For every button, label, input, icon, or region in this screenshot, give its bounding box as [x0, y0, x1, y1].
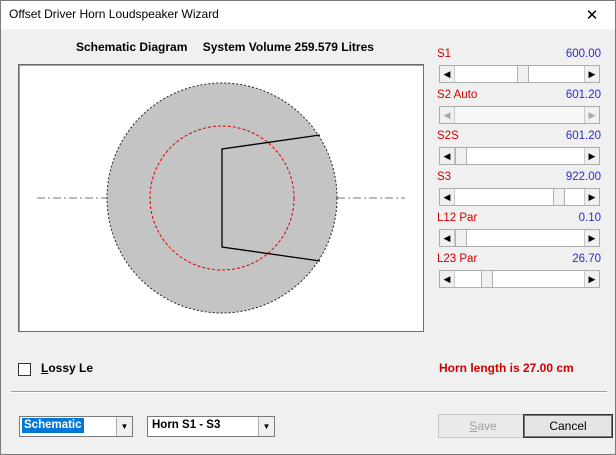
scrollbar-track[interactable] — [455, 230, 584, 246]
param-row: L12 Par 0.10 ◀ ▶ — [437, 212, 601, 250]
param-label: S2S — [437, 130, 459, 142]
scroll-right-arrow-icon[interactable]: ▶ — [584, 66, 599, 82]
scrollbar-track[interactable] — [455, 66, 584, 82]
scroll-right-arrow-icon[interactable]: ▶ — [584, 271, 599, 287]
section-select-value: Horn S1 - S3 — [152, 419, 221, 431]
separator-line — [11, 391, 607, 393]
param-value: 600.00 — [565, 48, 601, 60]
title-bar: Offset Driver Horn Loudspeaker Wizard ✕ — [1, 1, 615, 29]
scroll-left-arrow-icon: ◀ — [440, 107, 455, 123]
param-scrollbar[interactable]: ◀ ▶ — [439, 147, 600, 165]
diagram-header: Schematic Diagram System Volume 259.579 … — [76, 40, 386, 54]
param-label: L12 Par — [437, 212, 478, 224]
param-row: S2 Auto 601.20 ◀ ▶ — [437, 89, 601, 127]
param-label: S3 — [437, 171, 452, 183]
chevron-down-icon: ▼ — [120, 422, 129, 431]
window-title: Offset Driver Horn Loudspeaker Wizard — [9, 7, 219, 21]
view-select-value: Schematic — [21, 417, 85, 434]
wizard-window: Offset Driver Horn Loudspeaker Wizard ✕ … — [0, 0, 616, 455]
param-scrollbar[interactable]: ◀ ▶ — [439, 270, 600, 288]
param-value: 922.00 — [565, 171, 601, 183]
cancel-button[interactable]: Cancel — [523, 414, 613, 438]
param-label: S1 — [437, 48, 452, 60]
param-label: S2 Auto — [437, 89, 478, 101]
diagram-label: Schematic Diagram — [76, 40, 188, 54]
scrollbar-thumb[interactable] — [553, 189, 565, 205]
param-scrollbar[interactable]: ◀ ▶ — [439, 188, 600, 206]
param-row: S2S 601.20 ◀ ▶ — [437, 130, 601, 168]
scrollbar-track[interactable] — [455, 148, 584, 164]
param-scrollbar[interactable]: ◀ ▶ — [439, 229, 600, 247]
scroll-left-arrow-icon[interactable]: ◀ — [440, 148, 455, 164]
section-select-dropdown-button[interactable]: ▼ — [258, 417, 274, 436]
scroll-left-arrow-icon[interactable]: ◀ — [440, 271, 455, 287]
param-row: S1 600.00 ◀ ▶ — [437, 48, 601, 86]
section-select[interactable]: Horn S1 - S3 ▼ — [147, 416, 275, 437]
schematic-diagram — [18, 64, 424, 332]
param-row: L23 Par 26.70 ◀ ▶ — [437, 253, 601, 291]
param-scrollbar[interactable]: ◀ ▶ — [439, 65, 600, 83]
scrollbar-thumb[interactable] — [517, 66, 529, 82]
horn-length-text: Horn length is 27.00 cm — [439, 361, 574, 375]
view-select[interactable]: Schematic ▼ — [19, 416, 133, 437]
param-value: 601.20 — [565, 130, 601, 142]
scroll-left-arrow-icon[interactable]: ◀ — [440, 66, 455, 82]
chevron-down-icon: ▼ — [262, 422, 271, 431]
param-value: 601.20 — [565, 89, 601, 101]
scrollbar-track[interactable] — [455, 189, 584, 205]
scrollbar-thumb[interactable] — [481, 271, 493, 287]
scroll-right-arrow-icon[interactable]: ▶ — [584, 230, 599, 246]
scrollbar-thumb[interactable] — [455, 230, 467, 246]
param-value: 0.10 — [578, 212, 601, 224]
scrollbar-track — [455, 107, 584, 123]
lossy-label[interactable]: Lossy Le — [41, 361, 93, 375]
schematic-drawing — [37, 82, 405, 314]
close-button[interactable]: ✕ — [575, 3, 609, 27]
close-icon: ✕ — [585, 7, 599, 24]
param-value: 26.70 — [572, 253, 601, 265]
lossy-checkbox[interactable] — [18, 363, 31, 376]
param-label: L23 Par — [437, 253, 478, 265]
system-volume-text: System Volume 259.579 Litres — [202, 40, 374, 54]
scroll-right-arrow-icon: ▶ — [584, 107, 599, 123]
scrollbar-track[interactable] — [455, 271, 584, 287]
save-button[interactable]: Save — [438, 414, 528, 438]
scroll-right-arrow-icon[interactable]: ▶ — [584, 189, 599, 205]
param-scrollbar: ◀ ▶ — [439, 106, 600, 124]
view-select-dropdown-button[interactable]: ▼ — [116, 417, 132, 436]
scroll-left-arrow-icon[interactable]: ◀ — [440, 230, 455, 246]
scrollbar-thumb[interactable] — [455, 148, 467, 164]
scroll-left-arrow-icon[interactable]: ◀ — [440, 189, 455, 205]
scroll-right-arrow-icon[interactable]: ▶ — [584, 148, 599, 164]
param-row: S3 922.00 ◀ ▶ — [437, 171, 601, 209]
